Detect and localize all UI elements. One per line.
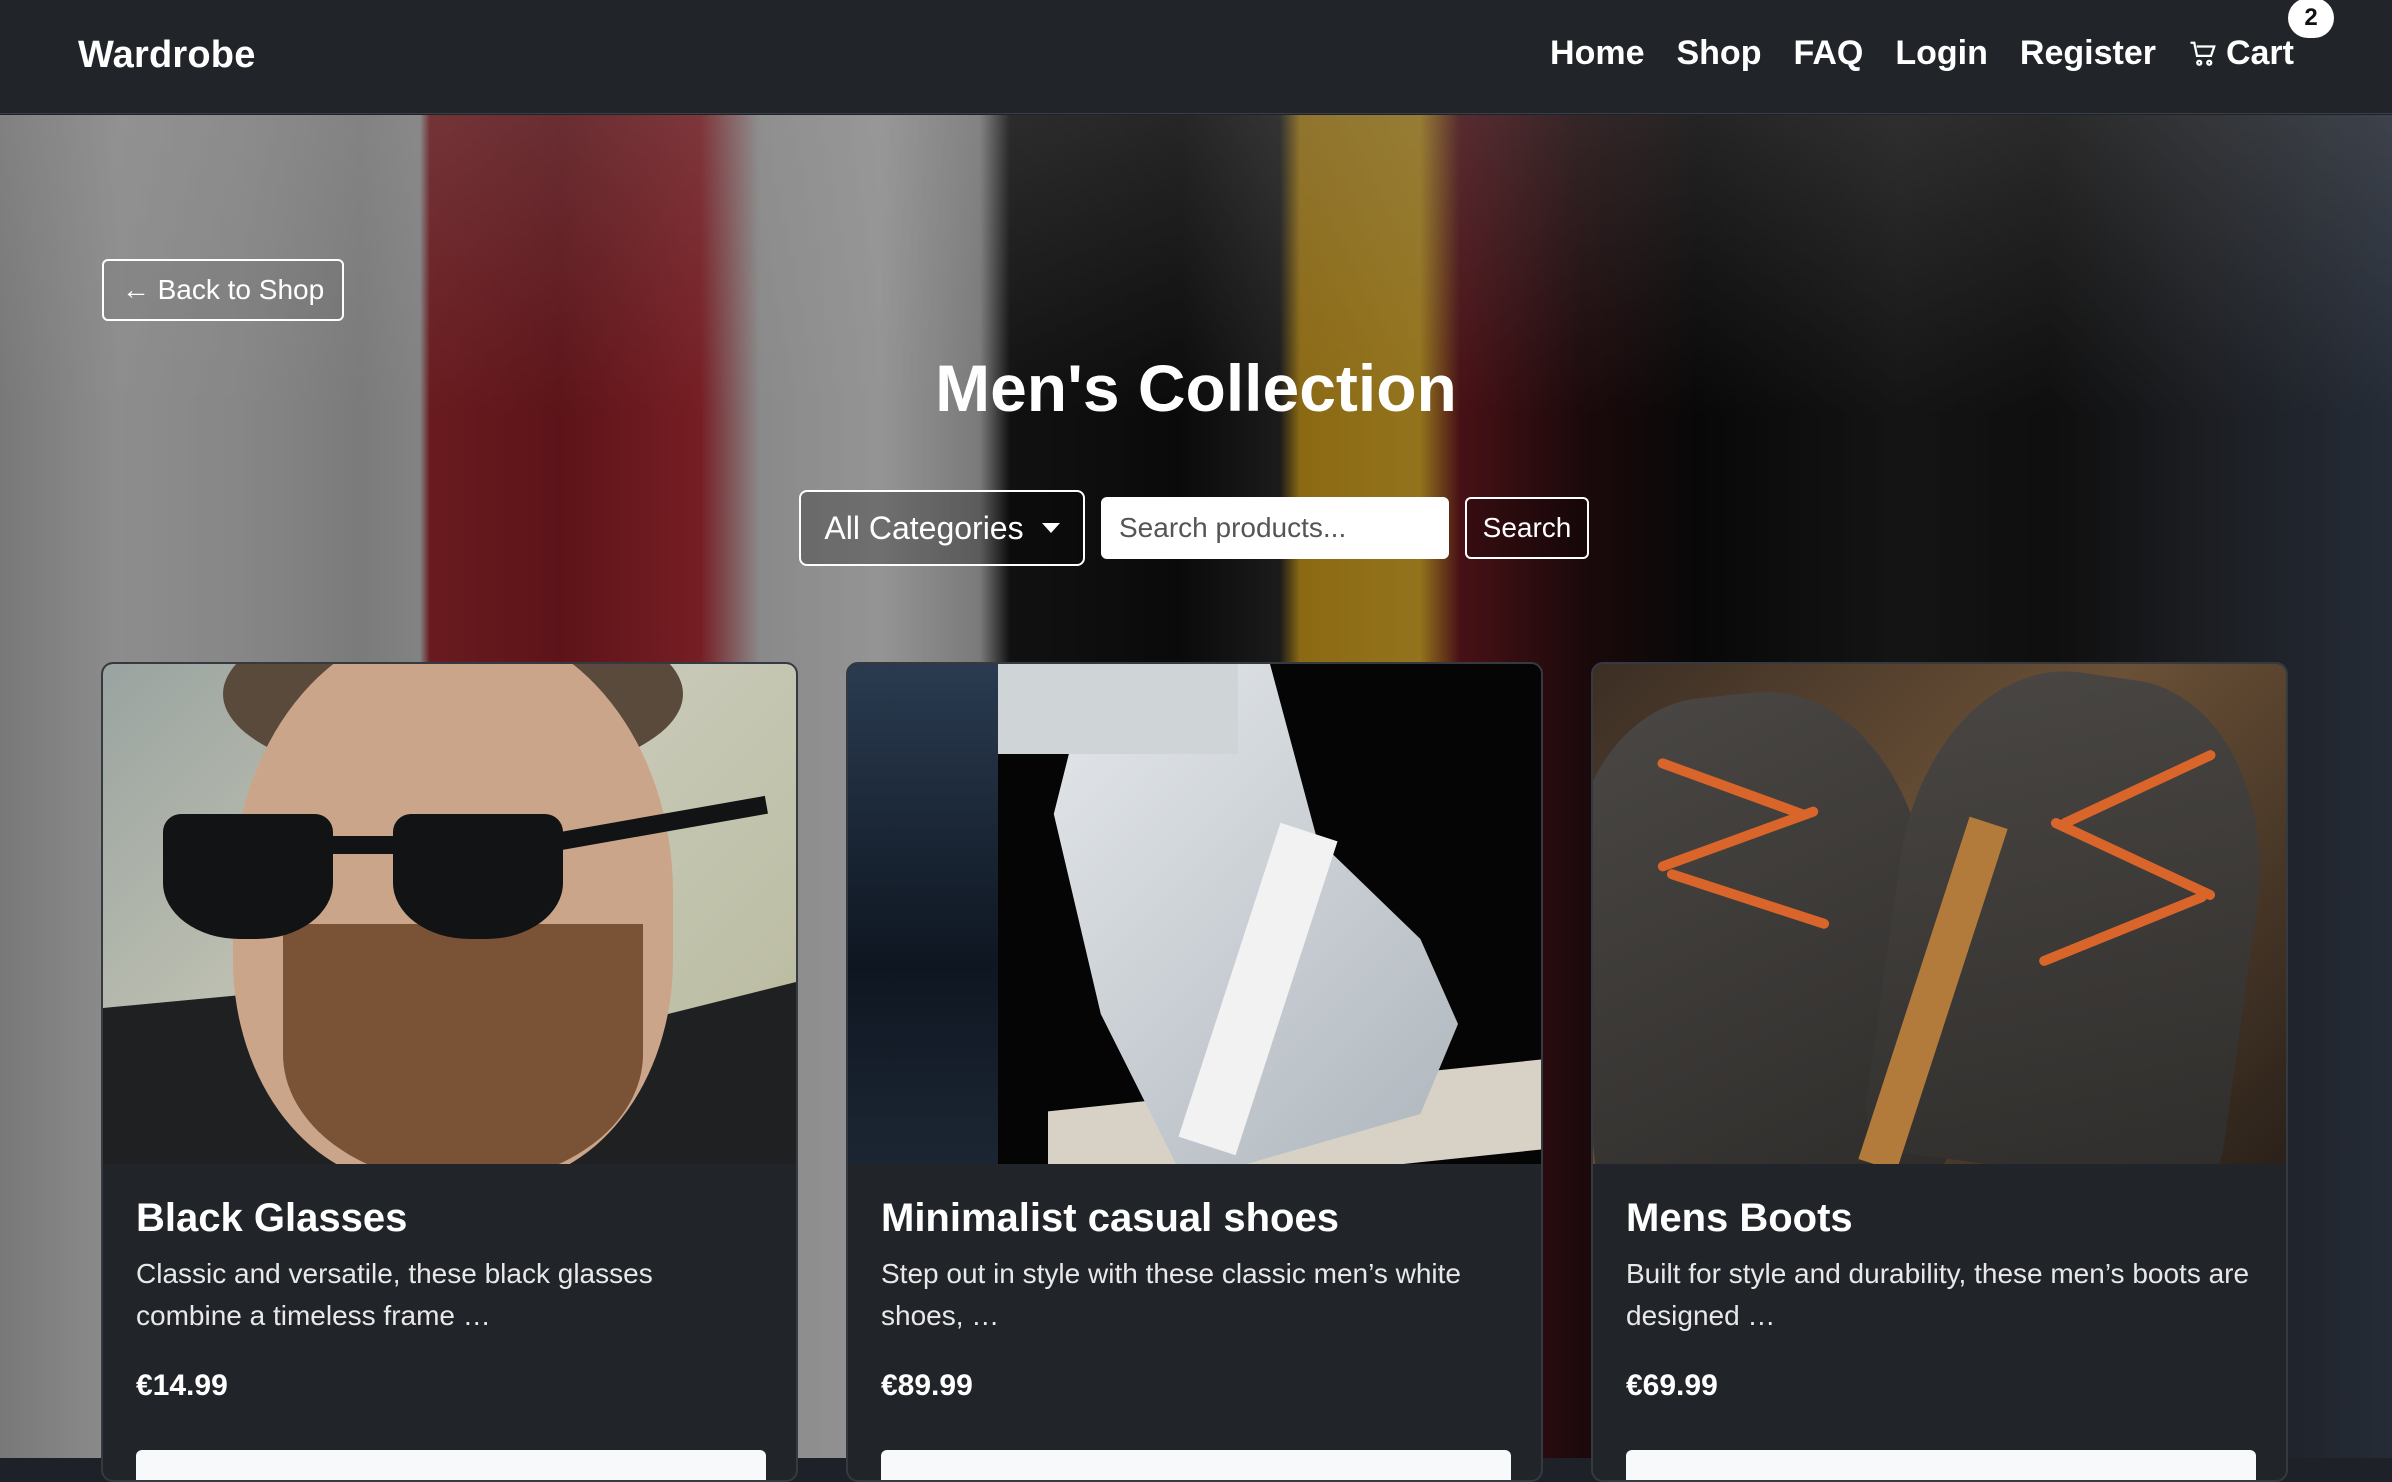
product-action-button[interactable] [881,1450,1511,1480]
cart-icon [2190,41,2216,66]
cart-label: Cart [2225,34,2294,72]
navbar: Wardrobe Home Shop FAQ Login Register Ca… [0,0,2392,114]
product-card[interactable]: Mens Boots Built for style and durabilit… [1591,662,2288,1482]
product-title[interactable]: Minimalist casual shoes [881,1196,1508,1241]
product-description: Built for style and durability, these me… [1626,1258,2250,1331]
product-price: €89.99 [881,1369,973,1402]
product-grid: Black Glasses Classic and versatile, the… [101,662,2288,1482]
chevron-down-icon [1041,523,1060,533]
nav-shop[interactable]: Shop [1676,34,1761,73]
nav-register[interactable]: Register [2020,34,2156,73]
product-action-button[interactable] [136,1450,766,1480]
nav-faq[interactable]: FAQ [1793,34,1863,73]
filter-bar: All Categories Search [799,490,1589,566]
product-card[interactable]: Minimalist casual shoes Step out in styl… [846,662,1543,1482]
category-dropdown[interactable]: All Categories [799,490,1085,566]
nav-login[interactable]: Login [1895,34,1988,73]
page-title: Men's Collection [935,351,1457,425]
product-description: Step out in style with these classic men… [881,1258,1461,1331]
product-image[interactable] [1593,664,2286,1164]
product-action-button[interactable] [1626,1450,2256,1480]
search-input[interactable] [1101,497,1449,559]
product-image[interactable] [848,664,1541,1164]
brand-logo[interactable]: Wardrobe [78,34,256,77]
product-price: €14.99 [136,1369,228,1402]
nav-home[interactable]: Home [1550,34,1644,73]
product-description: Classic and versatile, these black glass… [136,1258,653,1331]
category-value: All Categories [824,509,1024,546]
product-card[interactable]: Black Glasses Classic and versatile, the… [101,662,798,1482]
product-image[interactable] [103,664,796,1164]
nav-links: Home Shop FAQ Login Register Cart 2 [1550,0,2334,73]
cart-count-badge: 2 [2288,0,2334,38]
back-to-shop-button[interactable]: ← Back to Shop [102,259,344,321]
product-title[interactable]: Black Glasses [136,1196,763,1241]
search-button[interactable]: Search [1465,497,1589,559]
product-title[interactable]: Mens Boots [1626,1196,2253,1241]
nav-cart[interactable]: Cart 2 [2188,0,2334,73]
product-price: €69.99 [1626,1369,1718,1402]
